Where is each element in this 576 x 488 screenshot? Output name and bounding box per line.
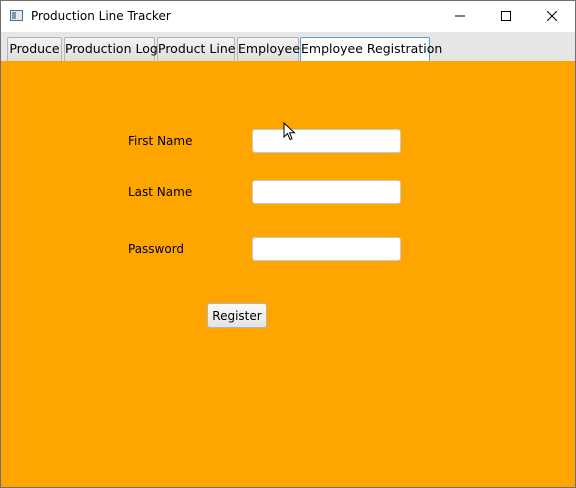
- app-window-icon: [10, 10, 23, 21]
- tab-product-line[interactable]: Product Line: [157, 37, 235, 61]
- tab-produce[interactable]: Produce: [7, 37, 62, 61]
- maximize-icon: [501, 11, 511, 21]
- tab-production-log[interactable]: Production Log: [64, 37, 158, 61]
- first-name-field[interactable]: [252, 129, 401, 153]
- last-name-field[interactable]: [252, 180, 401, 204]
- window-title: Production Line Tracker: [31, 9, 171, 23]
- password-label: Password: [128, 242, 185, 256]
- first-name-label: First Name: [128, 134, 193, 148]
- title-bar: Production Line Tracker: [1, 1, 575, 32]
- tab-employee-registration[interactable]: Employee Registration: [300, 37, 442, 62]
- minimize-icon: [455, 15, 465, 17]
- app-window: Production Line Tracker Produce Producti…: [0, 0, 576, 488]
- close-icon: [547, 11, 557, 21]
- maximize-button[interactable]: [483, 1, 529, 31]
- register-button[interactable]: Register: [207, 303, 267, 328]
- tab-bar: Produce Production Log Product Line Empl…: [1, 32, 575, 62]
- tab-employee[interactable]: Employee: [237, 37, 300, 61]
- minimize-button[interactable]: [437, 1, 483, 31]
- mouse-pointer-icon: [283, 122, 296, 141]
- close-button[interactable]: [529, 1, 575, 31]
- last-name-label: Last Name: [128, 185, 193, 199]
- password-field[interactable]: [252, 237, 401, 261]
